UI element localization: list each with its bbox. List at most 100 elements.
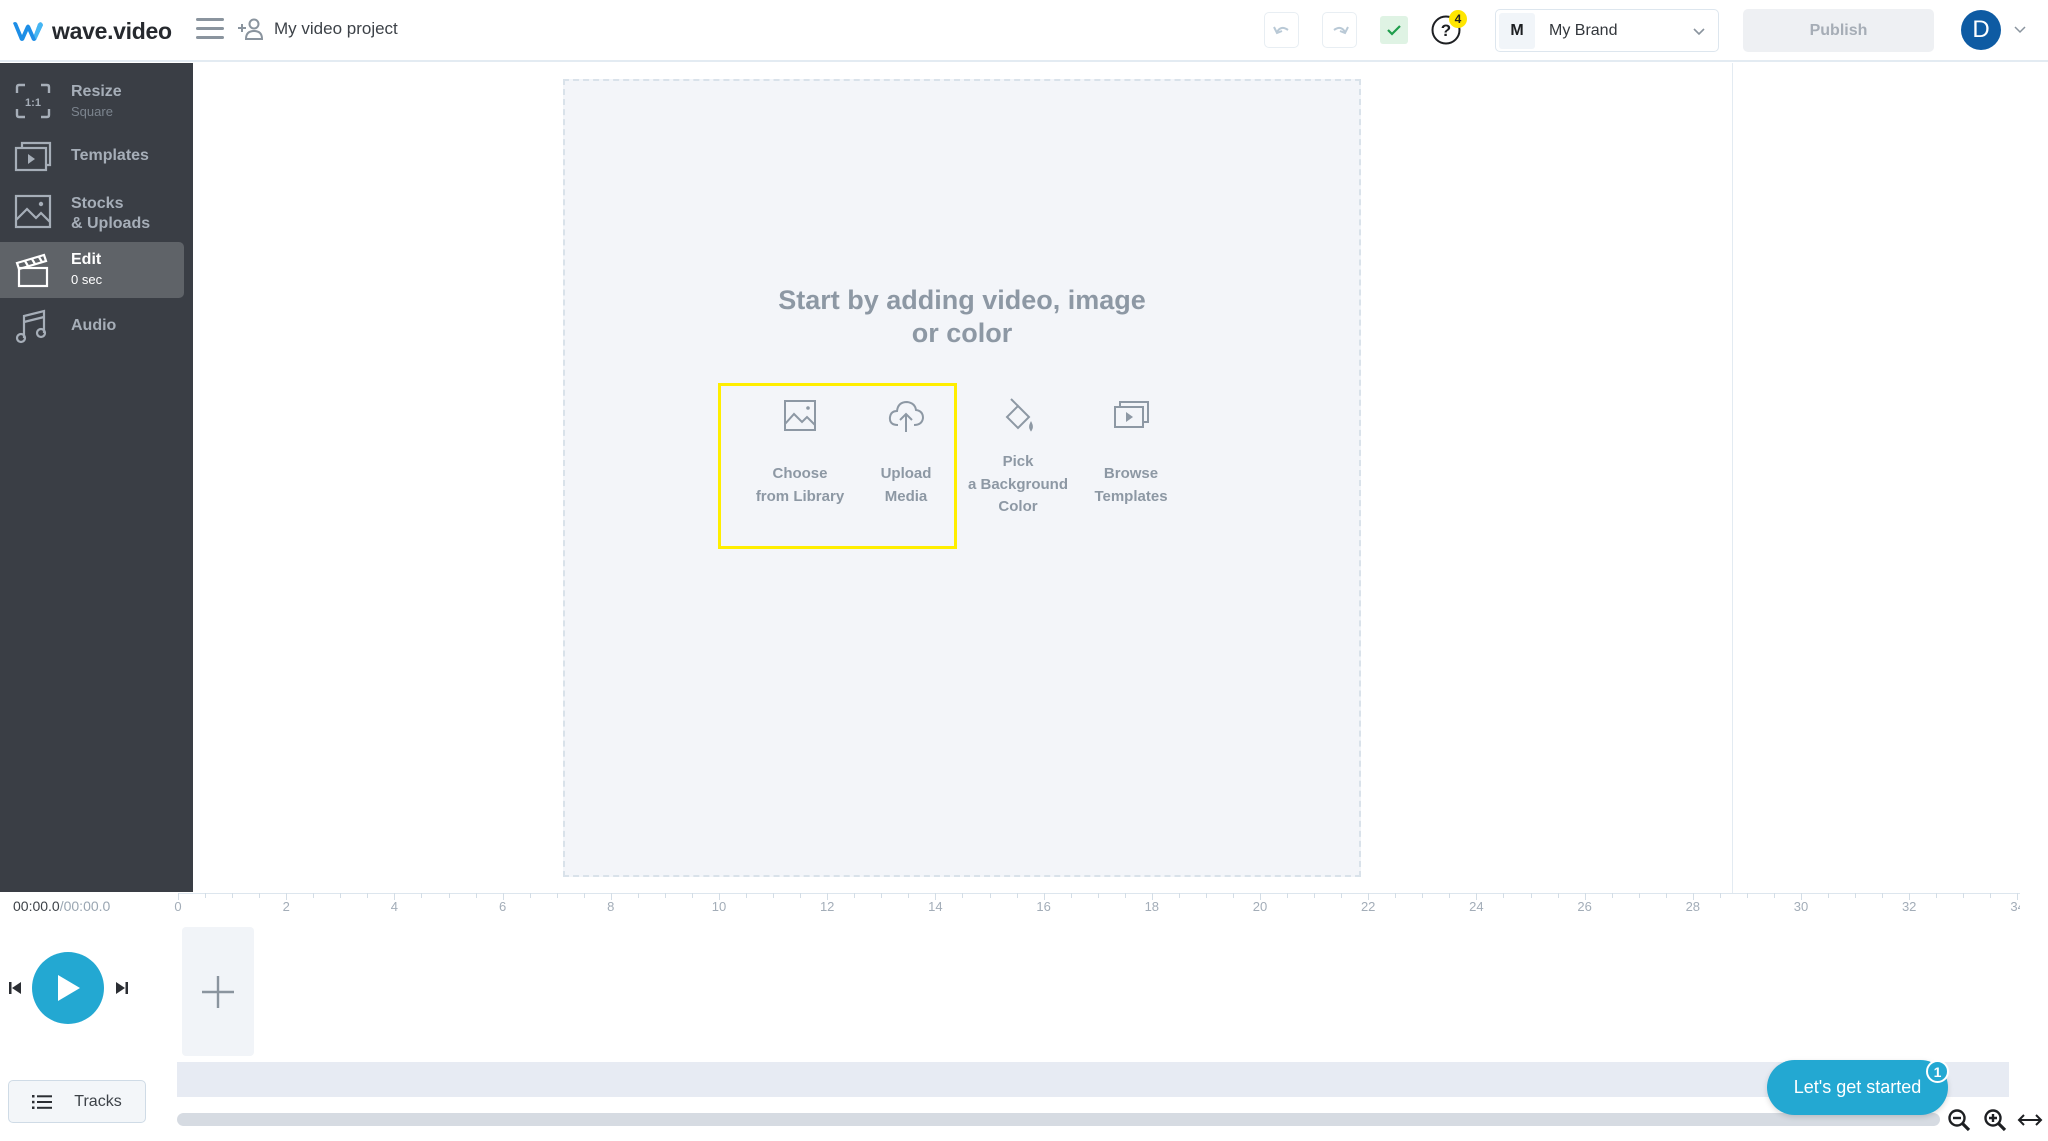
total-time: 00:00.0: [63, 898, 111, 914]
app-name: wave.video: [52, 17, 172, 44]
chevron-down-icon: [1693, 27, 1705, 35]
ruler-tick: [800, 893, 802, 898]
action-label-line2: Templates: [1094, 487, 1168, 505]
ruler-tick: [1287, 893, 1289, 898]
ruler-tick: [1963, 893, 1965, 898]
ruler-label: 22: [1360, 899, 1376, 914]
pick-background-color-button[interactable]: Pick a Background Color: [963, 395, 1073, 519]
publish-button[interactable]: Publish: [1743, 9, 1934, 52]
ruler-tick: [1097, 893, 1099, 898]
play-icon: [58, 975, 80, 1001]
add-user-icon[interactable]: [236, 17, 264, 41]
ruler-tick: [1070, 893, 1072, 898]
redo-icon: [1332, 26, 1349, 35]
timeline-ruler[interactable]: 0246810121416182022242628303234: [168, 891, 2020, 921]
ruler-tick: [1422, 893, 1424, 898]
sidebar-item-resize[interactable]: 1:1 Resize Square: [0, 73, 184, 129]
sidebar-item-audio[interactable]: Audio: [0, 299, 184, 355]
ruler-label: 18: [1144, 899, 1160, 914]
audio-track-lane[interactable]: [177, 1062, 2009, 1097]
ruler-tick: [1016, 893, 1018, 898]
action-label-line2: Media: [884, 487, 928, 505]
clapperboard-icon: [15, 253, 49, 288]
ruler-tick: [205, 893, 207, 898]
ruler-tick: [421, 893, 423, 898]
chevron-down-icon[interactable]: [2014, 25, 2026, 34]
sidebar-item-templates[interactable]: Templates: [0, 128, 184, 184]
brand-initial: M: [1499, 12, 1535, 49]
redo-button[interactable]: [1322, 12, 1357, 48]
cloud-upload-icon: [888, 400, 925, 432]
app-logo[interactable]: wave.video: [12, 17, 172, 45]
sidebar-item-label-line2: & Uploads: [71, 215, 151, 232]
templates-icon: [1114, 401, 1149, 428]
choose-from-library-button[interactable]: Choose from Library: [745, 395, 855, 508]
add-scene-button[interactable]: [182, 927, 254, 1056]
ruler-tick: [691, 893, 693, 898]
tracks-button[interactable]: Tracks: [8, 1080, 146, 1123]
music-note-icon: [15, 309, 47, 344]
ruler-label: 8: [607, 899, 615, 914]
sidebar-item-stocks-uploads[interactable]: Stocks & Uploads: [0, 183, 184, 239]
zoom-in-icon[interactable]: [1983, 1108, 2007, 1132]
upload-media-button[interactable]: Upload Media: [851, 395, 961, 508]
plus-icon: [202, 975, 234, 1008]
skip-to-end-icon[interactable]: [114, 980, 130, 996]
image-icon: [14, 194, 52, 229]
video-canvas[interactable]: [563, 79, 1361, 877]
ruler-label: 32: [1901, 899, 1917, 914]
ruler-tick: [881, 893, 883, 898]
brand-selector[interactable]: M My Brand: [1495, 9, 1719, 52]
user-avatar[interactable]: D: [1961, 10, 2001, 50]
ruler-label: 26: [1577, 899, 1592, 914]
ruler-tick: [1178, 893, 1180, 898]
timeline-scrollbar[interactable]: [177, 1113, 1940, 1126]
ruler-tick: [313, 893, 315, 898]
play-button[interactable]: [32, 952, 104, 1024]
ruler-tick: [664, 893, 666, 898]
brand-name: My Brand: [1549, 21, 1618, 39]
action-label-line1: Upload: [880, 465, 932, 482]
canvas-title-line2: or color: [911, 318, 1013, 348]
lets-get-started-button[interactable]: Let's get started: [1767, 1060, 1948, 1115]
action-label-line2: from Library: [755, 487, 845, 505]
action-label-line1: Browse: [1103, 465, 1159, 482]
ruler-tick: [1557, 893, 1559, 898]
ruler-tick: [1746, 893, 1748, 898]
ruler-label: 2: [282, 899, 290, 914]
ruler-tick: [1395, 893, 1397, 898]
sidebar-item-label: Edit: [71, 251, 102, 268]
ruler-tick: [1882, 893, 1884, 898]
resize-square-icon: 1:1: [15, 83, 51, 119]
zoom-out-icon[interactable]: [1947, 1108, 1971, 1132]
undo-button[interactable]: [1264, 12, 1299, 48]
notification-badge: 4: [1449, 10, 1467, 28]
action-label-line3: Color: [998, 498, 1038, 515]
ruler-tick: [529, 893, 531, 898]
canvas-title-line1: Start by adding video, image: [778, 285, 1146, 315]
current-time: 00:00.0: [13, 898, 60, 914]
ruler-tick: [1638, 893, 1640, 898]
browse-templates-button[interactable]: Browse Templates: [1076, 395, 1186, 508]
sidebar-item-sublabel: Square: [71, 104, 113, 119]
ruler-label: 34: [2010, 899, 2020, 914]
ruler-tick: [1232, 893, 1234, 898]
saved-status-indicator: [1380, 16, 1408, 44]
sidebar-item-sublabel: 0 sec: [71, 272, 103, 287]
action-label-line1: Pick: [1002, 453, 1034, 470]
ruler-tick: [908, 893, 910, 898]
ruler-tick: [1719, 893, 1721, 898]
project-title[interactable]: My video project: [274, 19, 398, 39]
ruler-tick: [1611, 893, 1613, 898]
skip-to-start-icon[interactable]: [7, 980, 23, 996]
ruler-label: 0: [174, 899, 182, 914]
fit-to-width-icon[interactable]: [2017, 1110, 2043, 1130]
tracks-label: Tracks: [74, 1092, 122, 1110]
ruler-tick: [962, 893, 964, 898]
paint-bucket-icon: [1005, 398, 1033, 432]
hamburger-menu-icon[interactable]: [196, 18, 224, 42]
undo-icon: [1272, 26, 1289, 35]
ruler-label: 30: [1793, 899, 1809, 914]
ruler-tick: [475, 893, 477, 898]
sidebar-item-edit[interactable]: Edit 0 sec: [0, 242, 184, 298]
